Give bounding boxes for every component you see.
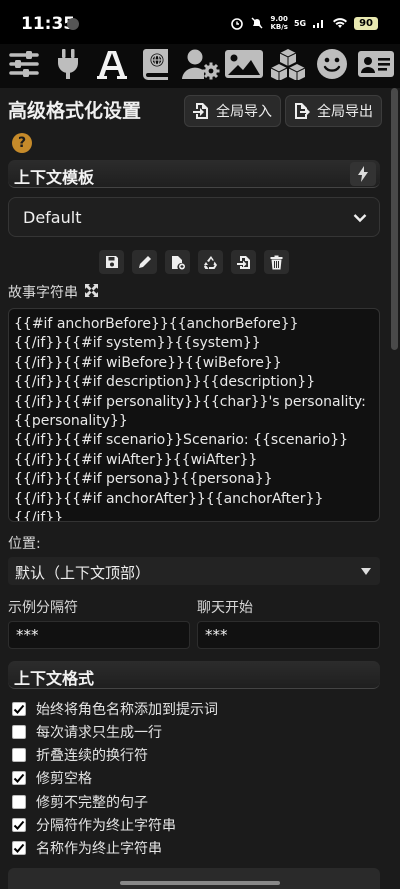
wifi-icon <box>333 18 348 28</box>
global-import-button[interactable]: 全局导入 <box>184 95 281 127</box>
example-separator-label: 示例分隔符 <box>8 600 78 616</box>
expand-icon[interactable] <box>84 283 99 298</box>
template-select[interactable]: Default <box>8 197 380 237</box>
network-type: 5G <box>293 18 307 28</box>
mute-icon <box>251 17 263 29</box>
net-speed-value: 9.00 <box>270 15 288 23</box>
home-indicator[interactable] <box>120 881 280 885</box>
check-icon <box>13 820 25 830</box>
battery-indicator: 90 <box>354 16 378 30</box>
option-label: 折叠连续的换行符 <box>36 748 148 764</box>
option-label: 分隔符作为终止字符串 <box>36 818 176 834</box>
help-icon[interactable]: ? <box>12 133 32 153</box>
save-icon[interactable] <box>99 250 124 274</box>
file-import-icon <box>193 103 208 119</box>
net-speed: 9.00 KB/s <box>270 15 287 31</box>
checkbox[interactable] <box>12 795 26 809</box>
book-globe-icon[interactable] <box>136 44 176 84</box>
file-export-icon <box>295 103 310 119</box>
option-trim-incomplete[interactable]: 修剪不完整的句子 <box>12 792 148 812</box>
checkbox[interactable] <box>12 818 26 832</box>
position-select[interactable]: 默认（上下文顶部） <box>8 557 380 585</box>
option-separator-stop[interactable]: 分隔符作为终止字符串 <box>12 815 176 835</box>
status-icons: 9.00 KB/s 5G 90 <box>230 15 378 31</box>
context-format-title: 上下文格式 <box>14 669 95 688</box>
checkbox[interactable] <box>12 771 26 785</box>
notification-app-icon <box>67 18 79 30</box>
option-label: 名称作为终止字符串 <box>36 841 162 857</box>
option-label: 始终将角色名称添加到提示词 <box>36 702 218 718</box>
example-separator-input[interactable]: *** <box>8 621 190 649</box>
check-icon <box>13 704 25 714</box>
id-card-icon[interactable] <box>356 44 396 84</box>
panel-scrollbar[interactable] <box>391 88 398 350</box>
plug-icon[interactable] <box>48 44 88 84</box>
user-gear-icon[interactable] <box>180 44 220 84</box>
page-title: 高级格式化设置 <box>8 100 142 122</box>
option-names-stop[interactable]: 名称作为终止字符串 <box>12 838 162 858</box>
trash-icon[interactable] <box>264 250 289 274</box>
global-export-button[interactable]: 全局导出 <box>285 95 382 127</box>
signal-icon <box>313 20 324 28</box>
chat-start-label: 聊天开始 <box>197 600 253 616</box>
template-toolbar <box>99 250 289 274</box>
context-format-header: 上下文格式 <box>8 661 380 689</box>
context-template-title: 上下文模板 <box>14 168 95 187</box>
alarm-icon <box>231 18 244 30</box>
option-label: 修剪空格 <box>36 771 92 787</box>
option-always-add-char-name[interactable]: 始终将角色名称添加到提示词 <box>12 699 218 719</box>
option-single-line[interactable]: 每次请求只生成一行 <box>12 722 162 742</box>
global-import-label: 全局导入 <box>216 104 272 120</box>
net-speed-unit: KB/s <box>270 23 288 31</box>
check-icon <box>13 773 25 783</box>
check-icon <box>13 843 25 853</box>
story-string-label: 故事字符串 <box>8 282 78 302</box>
checkbox[interactable] <box>12 725 26 739</box>
sliders-icon[interactable] <box>4 44 44 84</box>
option-label: 修剪不完整的句子 <box>36 795 148 811</box>
image-icon[interactable] <box>224 44 264 84</box>
template-selected-value: Default <box>23 208 82 227</box>
status-bar: 11:35 9.00 KB/s 5G 90 <box>0 0 400 48</box>
dropdown-triangle-icon <box>361 568 371 575</box>
option-trim-spaces[interactable]: 修剪空格 <box>12 768 92 788</box>
option-label: 每次请求只生成一行 <box>36 725 162 741</box>
global-export-label: 全局导出 <box>317 104 373 120</box>
import-icon[interactable] <box>231 250 256 274</box>
file-add-icon[interactable] <box>165 250 190 274</box>
checkbox[interactable] <box>12 748 26 762</box>
chat-start-input[interactable]: *** <box>197 621 380 649</box>
position-label: 位置: <box>8 536 41 552</box>
next-section-header <box>8 868 380 889</box>
chevron-down-icon <box>353 214 367 223</box>
pencil-icon[interactable] <box>132 250 157 274</box>
story-string-textarea[interactable]: {{#if anchorBefore}}{{anchorBefore}} {{/… <box>8 308 380 522</box>
position-selected-value: 默认（上下文顶部） <box>15 564 151 582</box>
context-template-header: 上下文模板 <box>8 160 380 188</box>
smiley-icon[interactable] <box>312 44 352 84</box>
cubes-icon[interactable] <box>268 44 308 84</box>
option-collapse-newlines[interactable]: 折叠连续的换行符 <box>12 745 148 765</box>
font-icon[interactable] <box>92 44 132 84</box>
top-navigation <box>0 44 400 88</box>
bolt-icon[interactable] <box>350 162 376 186</box>
checkbox[interactable] <box>12 841 26 855</box>
story-string-label-text: 故事字符串 <box>8 285 78 301</box>
checkbox[interactable] <box>12 702 26 716</box>
recycle-icon[interactable] <box>198 250 223 274</box>
